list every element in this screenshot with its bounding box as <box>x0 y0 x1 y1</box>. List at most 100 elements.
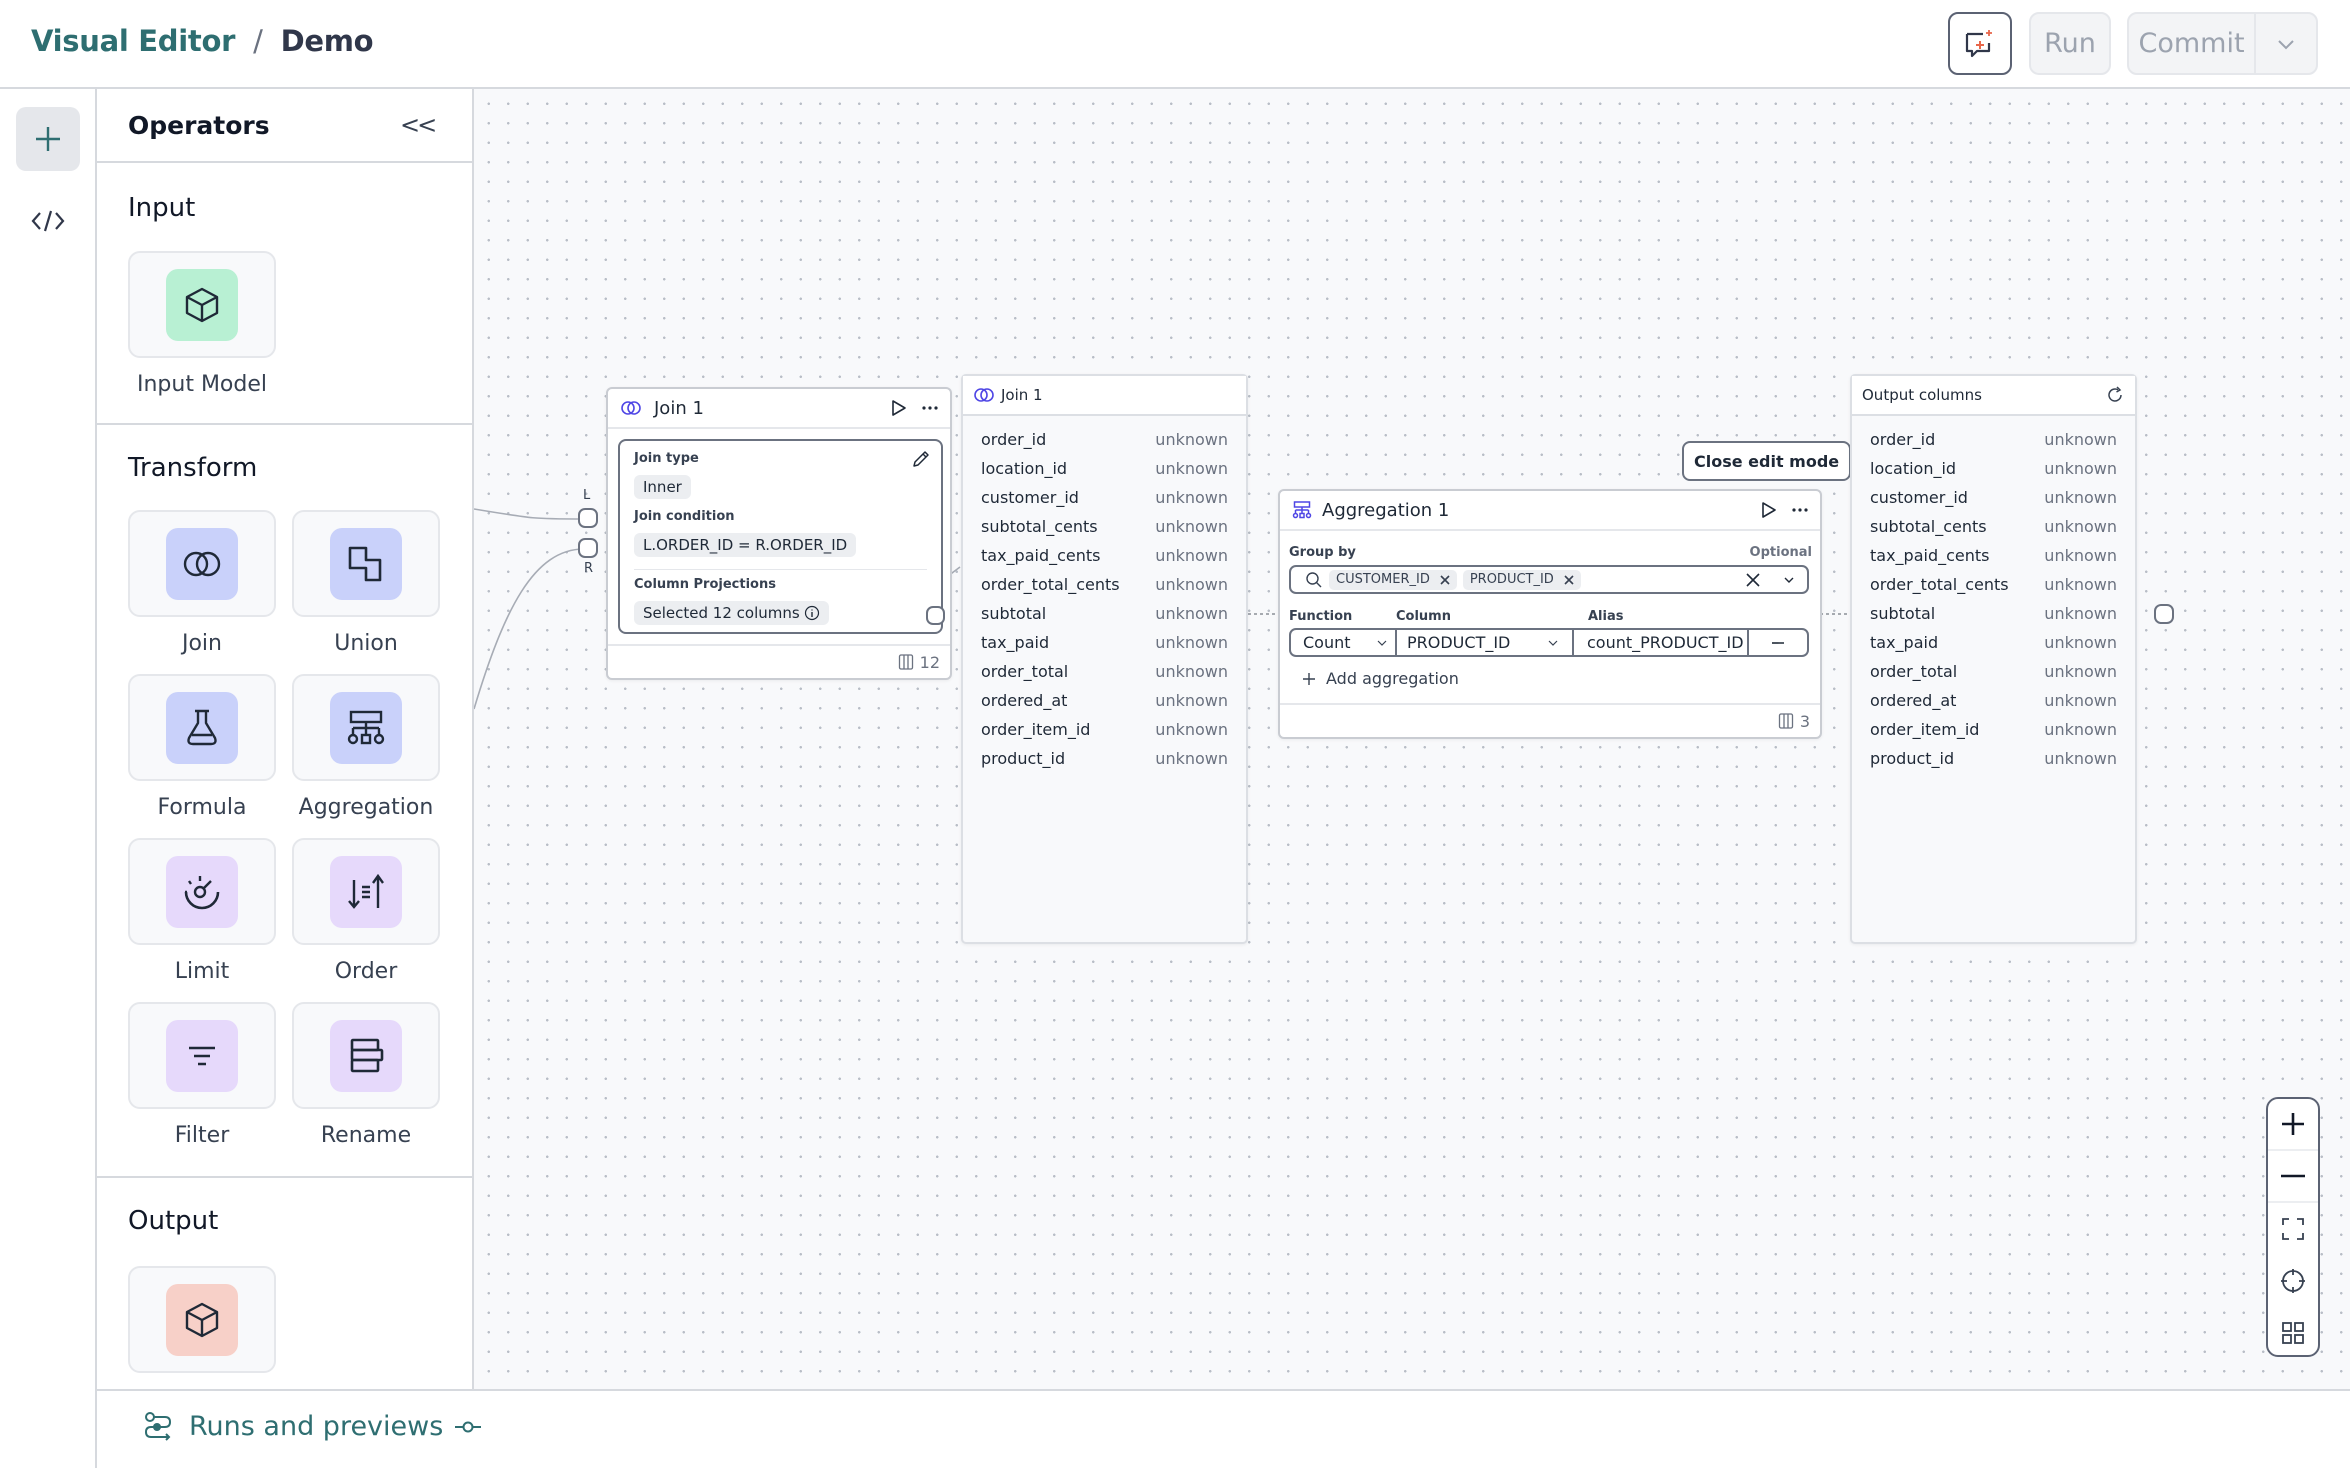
column-name: product_id <box>1870 749 1955 768</box>
flow-canvas[interactable]: L R Join 1 Join type Inner Join conditio… <box>474 89 2350 1389</box>
zoom-out-button[interactable] <box>2268 1151 2318 1203</box>
operator-aggregation[interactable]: Aggregation <box>292 674 440 820</box>
operators-title: Operators <box>128 111 270 140</box>
remove-tag-icon[interactable] <box>1440 574 1450 585</box>
commit-button-group: Commit <box>2127 12 2318 75</box>
minimap-button[interactable] <box>2268 1307 2318 1359</box>
fit-view-button[interactable] <box>2268 1203 2318 1255</box>
column-name: product_id <box>981 749 1066 768</box>
operator-formula[interactable]: Formula <box>128 674 276 820</box>
operator-tile[interactable] <box>128 1266 276 1373</box>
operator-label: Aggregation <box>298 795 434 820</box>
operator-filter[interactable]: Filter <box>128 1002 276 1148</box>
operator-label: Union <box>334 631 398 656</box>
operator-tile[interactable] <box>128 510 276 617</box>
column-name: order_total <box>1870 662 1958 681</box>
group-by-select[interactable]: CUSTOMER_ID PRODUCT_ID <box>1289 565 1809 594</box>
column-name: tax_paid <box>1870 633 1939 652</box>
alias-input[interactable]: count_PRODUCT_ID <box>1574 630 1749 655</box>
sort-icon <box>348 873 384 909</box>
operator-tile[interactable] <box>128 838 276 945</box>
left-rail <box>0 89 97 1468</box>
operator-tile[interactable] <box>292 510 440 617</box>
join-node-title: Join 1 <box>654 397 704 419</box>
add-aggregation-label: Add aggregation <box>1326 669 1459 688</box>
operator-output-model[interactable] <box>128 1266 276 1373</box>
more-options-icon[interactable] <box>1792 507 1808 513</box>
function-select[interactable]: Count <box>1291 630 1397 655</box>
column-value: PRODUCT_ID <box>1407 633 1511 652</box>
add-button[interactable] <box>16 107 80 171</box>
section-transform: Transform Join Union Formula Aggregation <box>97 425 472 1178</box>
close-edit-mode-button[interactable]: Close edit mode <box>1682 441 1852 481</box>
operator-tile[interactable] <box>292 674 440 781</box>
operator-tile[interactable] <box>292 1002 440 1109</box>
operator-join[interactable]: Join <box>128 510 276 656</box>
operator-label: Join <box>181 631 222 656</box>
projections-text: Selected 12 columns <box>643 604 800 622</box>
info-icon[interactable] <box>804 605 820 621</box>
zoom-in-button[interactable] <box>2268 1099 2318 1151</box>
chevron-down-icon <box>2278 39 2294 49</box>
operator-union[interactable]: Union <box>292 510 440 656</box>
run-node-icon[interactable] <box>1760 500 1778 520</box>
column-type: unknown <box>2044 720 2117 739</box>
handle-label-right: R <box>584 561 594 576</box>
code-view-button[interactable] <box>28 201 68 241</box>
minimap-icon <box>2282 1322 2304 1344</box>
input-handle-right[interactable] <box>578 538 598 558</box>
operator-icon-bg <box>166 1283 238 1356</box>
operator-tile[interactable] <box>128 1002 276 1109</box>
breadcrumb-separator: / <box>253 24 263 58</box>
column-row: ordered_at unknown <box>963 686 1246 715</box>
column-name: order_total <box>981 662 1069 681</box>
remove-aggregation-button[interactable] <box>1749 630 1807 655</box>
commit-button[interactable]: Commit <box>2129 14 2256 73</box>
operator-tile[interactable] <box>128 251 276 358</box>
aggregation-node[interactable]: Aggregation 1 Group by Optional CUSTOMER… <box>1278 489 1822 739</box>
operator-tile[interactable] <box>292 838 440 945</box>
runs-icon <box>144 1411 172 1441</box>
operator-limit[interactable]: Limit <box>128 838 276 984</box>
column-row: product_id unknown <box>1852 744 2135 773</box>
join-node[interactable]: Join 1 Join type Inner Join condition L.… <box>606 387 952 680</box>
join-output-handle[interactable] <box>926 606 945 625</box>
column-name: order_item_id <box>1870 720 1980 739</box>
operator-tile[interactable] <box>128 674 276 781</box>
collapse-panel-button[interactable]: << <box>400 111 437 139</box>
run-node-icon[interactable] <box>890 398 908 418</box>
remove-tag-icon[interactable] <box>1564 574 1574 585</box>
runs-panel-toggle[interactable] <box>454 1419 482 1438</box>
section-title: Output <box>128 1206 219 1236</box>
output-handle[interactable] <box>2154 604 2174 624</box>
operators-panel: Operators << Input Input Model Transform… <box>97 89 474 1389</box>
column-row: order_total unknown <box>1852 657 2135 686</box>
chevron-down-icon[interactable] <box>1783 576 1795 584</box>
section-input: Input Input Model <box>97 163 472 425</box>
column-name: ordered_at <box>981 691 1068 710</box>
join-columns-panel: Join 1 order_id unknown location_id unkn… <box>961 374 1248 944</box>
operator-input-model[interactable]: Input Model <box>128 251 276 397</box>
column-type: unknown <box>1155 749 1228 768</box>
breadcrumb-root-link[interactable]: Visual Editor <box>31 24 235 58</box>
input-handle-left[interactable] <box>578 508 598 528</box>
operator-label: Limit <box>174 959 230 984</box>
refresh-icon[interactable] <box>2105 385 2125 405</box>
column-select[interactable]: PRODUCT_ID <box>1397 630 1574 655</box>
union-icon <box>348 546 382 581</box>
ai-assistant-button[interactable] <box>1948 12 2012 75</box>
column-type: unknown <box>1155 459 1228 478</box>
operator-icon-bg <box>166 855 238 928</box>
clear-icon[interactable] <box>1745 572 1761 588</box>
edit-pencil-icon[interactable] <box>911 449 931 469</box>
center-view-button[interactable] <box>2268 1255 2318 1307</box>
commit-dropdown-button[interactable] <box>2256 14 2316 73</box>
run-button[interactable]: Run <box>2029 12 2111 75</box>
column-type: unknown <box>1155 691 1228 710</box>
more-options-icon[interactable] <box>922 405 938 411</box>
add-aggregation-button[interactable]: Add aggregation <box>1302 669 1459 688</box>
runs-and-previews-button[interactable]: Runs and previews <box>143 1411 443 1442</box>
operator-rename[interactable]: Rename <box>292 1002 440 1148</box>
column-type: unknown <box>1155 575 1228 594</box>
operator-order[interactable]: Order <box>292 838 440 984</box>
